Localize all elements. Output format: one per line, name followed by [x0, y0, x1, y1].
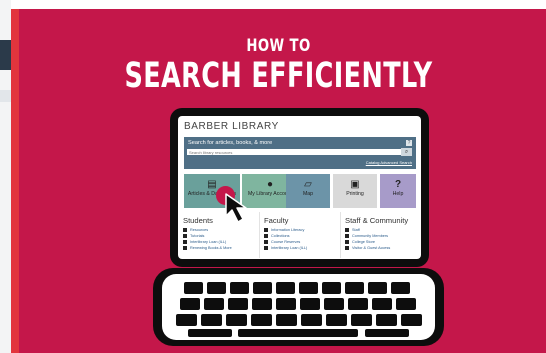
keyboard-key [372, 298, 392, 310]
visitor-icon [345, 246, 349, 250]
keyboard-key [396, 298, 416, 310]
renew-icon [183, 246, 187, 250]
keyboard-key [276, 282, 295, 294]
tile-printing[interactable]: ▣ Printing [333, 174, 377, 208]
keyboard-key [184, 282, 203, 294]
reserves-icon [264, 240, 268, 244]
keyboard-key [252, 298, 272, 310]
accent-stripe [11, 9, 19, 353]
list-item[interactable]: Visitor & Guest Access [345, 245, 408, 251]
library-homepage-screen: BARBER LIBRARY Search for articles, book… [178, 116, 421, 259]
keyboard-key [326, 314, 347, 326]
column-heading: Students [183, 216, 213, 225]
tile-map[interactable]: ▱ Map [286, 174, 330, 208]
advanced-search-link[interactable]: Catalog Advanced Search [366, 160, 412, 165]
keyboard-key [324, 298, 344, 310]
keyboard-key [391, 282, 410, 294]
keyboard-keys-area [162, 274, 435, 340]
tile-label: Map [302, 191, 314, 197]
headline-line-2: SEARCH EFFICIENTLY [124, 56, 433, 96]
top-strip [11, 0, 546, 9]
keyboard-key [365, 329, 409, 337]
column-heading: Faculty [264, 216, 289, 225]
keyboard-key [251, 314, 272, 326]
column-staff-community: Staff & Community Staff Community Member… [345, 216, 408, 251]
keyboard-spacebar [238, 329, 358, 337]
column-students: Students Resources Tutorials Interlibrar… [183, 216, 232, 251]
monitor-illustration: BARBER LIBRARY Search for articles, book… [170, 108, 429, 267]
keyboard-key [180, 298, 200, 310]
video-icon [183, 234, 187, 238]
keyboard-key [351, 314, 372, 326]
column-divider [259, 212, 260, 258]
search-input[interactable] [187, 149, 403, 155]
tile-label: Help [392, 191, 404, 197]
community-icon [345, 234, 349, 238]
keyboard-illustration [153, 268, 444, 346]
keyboard-key [276, 298, 296, 310]
loan-icon [183, 240, 187, 244]
printer-icon: ▣ [350, 179, 360, 190]
resources-icon [183, 228, 187, 232]
keyboard-key [188, 329, 232, 337]
list-item[interactable]: Renewing Books & More [183, 245, 232, 251]
headline-line-1: HOW TO [246, 36, 311, 56]
keyboard-key [253, 282, 272, 294]
column-faculty: Faculty Information Literacy Collections… [264, 216, 307, 251]
search-panel: Search for articles, books, & more ? ⌕ C… [184, 137, 416, 169]
tile-help[interactable]: ? Help [380, 174, 416, 208]
keyboard-key [176, 314, 197, 326]
help-small-icon[interactable]: ? [406, 140, 412, 146]
keyboard-key [401, 314, 422, 326]
left-sidebar-edge [0, 0, 11, 353]
search-icon[interactable]: ⌕ [401, 148, 412, 156]
video-thumbnail[interactable]: HOW TO SEARCH EFFICIENTLY BARBER LIBRARY… [11, 9, 546, 353]
keyboard-key [226, 314, 247, 326]
column-heading: Staff & Community [345, 216, 409, 225]
keyboard-key [204, 298, 224, 310]
loan-icon [264, 246, 268, 250]
keyboard-key [368, 282, 387, 294]
search-prompt: Search for articles, books, & more [188, 140, 273, 146]
sidebar-divider [0, 90, 11, 102]
library-title: BARBER LIBRARY [184, 121, 279, 132]
list-item[interactable]: Interlibrary Loan (ILL) [264, 245, 307, 251]
keyboard-key [376, 314, 397, 326]
staff-icon [345, 228, 349, 232]
keyboard-key [348, 298, 368, 310]
keyboard-key [201, 314, 222, 326]
keyboard-key [299, 282, 318, 294]
tile-label: Printing [346, 191, 364, 197]
keyboard-key [300, 298, 320, 310]
keyboard-key [230, 282, 249, 294]
keyboard-key [207, 282, 226, 294]
info-icon [264, 228, 268, 232]
keyboard-key [228, 298, 248, 310]
keyboard-key [301, 314, 322, 326]
keyboard-key [276, 314, 297, 326]
column-divider [340, 212, 341, 258]
keyboard-key [345, 282, 364, 294]
map-icon: ▱ [304, 179, 312, 190]
question-icon: ? [394, 179, 402, 190]
keyboard-key [322, 282, 341, 294]
collections-icon [264, 234, 268, 238]
sidebar-dark-tab[interactable] [0, 40, 11, 70]
store-icon [345, 240, 349, 244]
